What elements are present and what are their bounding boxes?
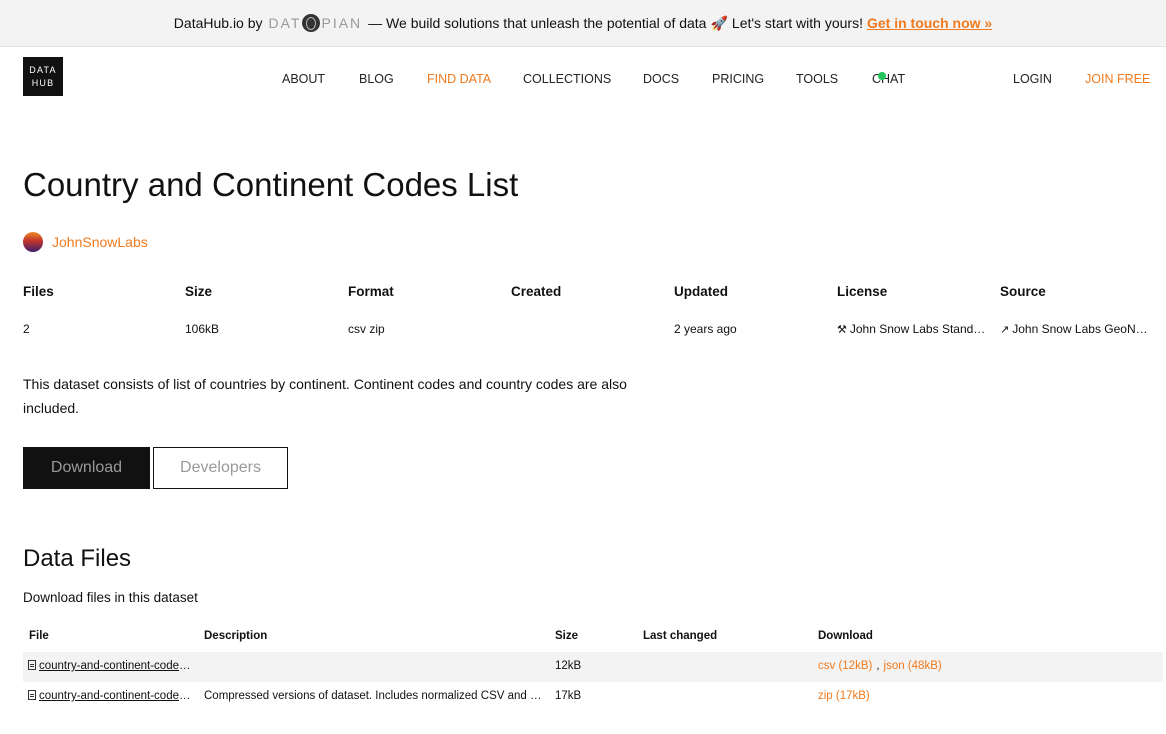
files-header-description: Description (204, 630, 268, 642)
meta-source[interactable]: ↗John Snow Labs GeoNames (1000, 322, 1148, 336)
main-nav: ABOUT BLOG FIND DATA COLLECTIONS DOCS PR… (0, 72, 1166, 88)
files-header-download: Download (818, 630, 873, 642)
files-header-last-changed: Last changed (643, 630, 718, 642)
developers-button[interactable]: Developers (153, 447, 288, 489)
nav-about[interactable]: ABOUT (282, 72, 325, 86)
file-description: Compressed versions of dataset. Includes… (204, 690, 544, 702)
nav-chat-label: CHAT (872, 72, 906, 86)
banner-message-2: Let's start with yours! (731, 15, 863, 31)
gavel-icon: ⚒ (837, 324, 847, 336)
table-row: country-and-continent-codes-list-csv 12k… (23, 652, 1163, 682)
download-json-link[interactable]: json (48kB) (884, 660, 942, 672)
meta-header-size: Size (185, 284, 213, 299)
get-in-touch-link[interactable]: Get in touch now » (867, 15, 992, 31)
file-size: 17kB (555, 690, 582, 702)
meta-updated: 2 years ago (674, 322, 737, 336)
top-banner: DataHub.io by DAT PIAN — We build solutio… (0, 0, 1166, 47)
download-button[interactable]: Download (23, 447, 150, 489)
nav-tools[interactable]: TOOLS (796, 72, 838, 86)
file-link[interactable]: country-and-continent-codes-list_zip (28, 690, 193, 702)
files-header-file: File (29, 630, 49, 642)
nav-collections[interactable]: COLLECTIONS (523, 72, 611, 86)
file-link[interactable]: country-and-continent-codes-list-csv (28, 660, 193, 672)
file-downloads: zip (17kB) (818, 690, 870, 702)
page-title: Country and Continent Codes List (23, 166, 519, 203)
nav-pricing[interactable]: PRICING (712, 72, 764, 86)
online-status-dot (878, 72, 886, 80)
external-link-icon: ↗ (1000, 324, 1010, 336)
meta-header-license: License (837, 284, 888, 299)
meta-header-created: Created (511, 284, 562, 299)
file-name: country-and-continent-codes-list_zip (39, 690, 193, 702)
dataset-description: This dataset consists of list of countri… (23, 376, 627, 416)
file-name: country-and-continent-codes-list-csv (39, 660, 193, 672)
table-row: country-and-continent-codes-list_zip Com… (23, 682, 1163, 712)
download-zip-link[interactable]: zip (17kB) (818, 690, 870, 702)
file-size: 12kB (555, 660, 582, 672)
banner-message: — We build solutions that unleash the po… (368, 15, 707, 31)
meta-header-format: Format (348, 284, 394, 299)
rocket-icon: 🚀 (710, 14, 728, 31)
file-downloads: csv (12kB), json (48kB) (818, 660, 942, 672)
nav-find-data[interactable]: FIND DATA (427, 72, 491, 86)
meta-files: 2 (23, 322, 30, 336)
meta-license[interactable]: ⚒John Snow Labs Standard License (837, 322, 987, 336)
meta-size: 106kB (185, 322, 220, 336)
author-name[interactable]: JohnSnowLabs (52, 234, 148, 250)
data-files-subtitle: Download files in this dataset (23, 590, 198, 605)
nav-docs[interactable]: DOCS (643, 72, 679, 86)
meta-header-source: Source (1000, 284, 1046, 299)
separator: , (876, 660, 880, 672)
file-icon (28, 660, 36, 670)
data-files-title: Data Files (23, 545, 132, 572)
nav-blog[interactable]: BLOG (359, 72, 394, 86)
globe-icon (302, 14, 321, 32)
download-csv-link[interactable]: csv (12kB) (818, 660, 872, 672)
file-icon (28, 690, 36, 700)
nav-login[interactable]: LOGIN (1013, 72, 1052, 86)
datopian-logo[interactable]: DAT PIAN (269, 14, 363, 32)
meta-header-files: Files (23, 284, 54, 299)
author[interactable]: JohnSnowLabs (23, 232, 148, 252)
avatar (23, 232, 43, 252)
nav-join-free[interactable]: JOIN FREE (1085, 72, 1150, 86)
meta-source-text: John Snow Labs GeoNames (1012, 322, 1148, 336)
meta-format: csv zip (348, 322, 385, 336)
meta-header-updated: Updated (674, 284, 728, 299)
meta-license-text: John Snow Labs Standard License (849, 322, 987, 336)
files-header-size: Size (555, 630, 579, 642)
banner-prefix: DataHub.io by (173, 15, 263, 31)
